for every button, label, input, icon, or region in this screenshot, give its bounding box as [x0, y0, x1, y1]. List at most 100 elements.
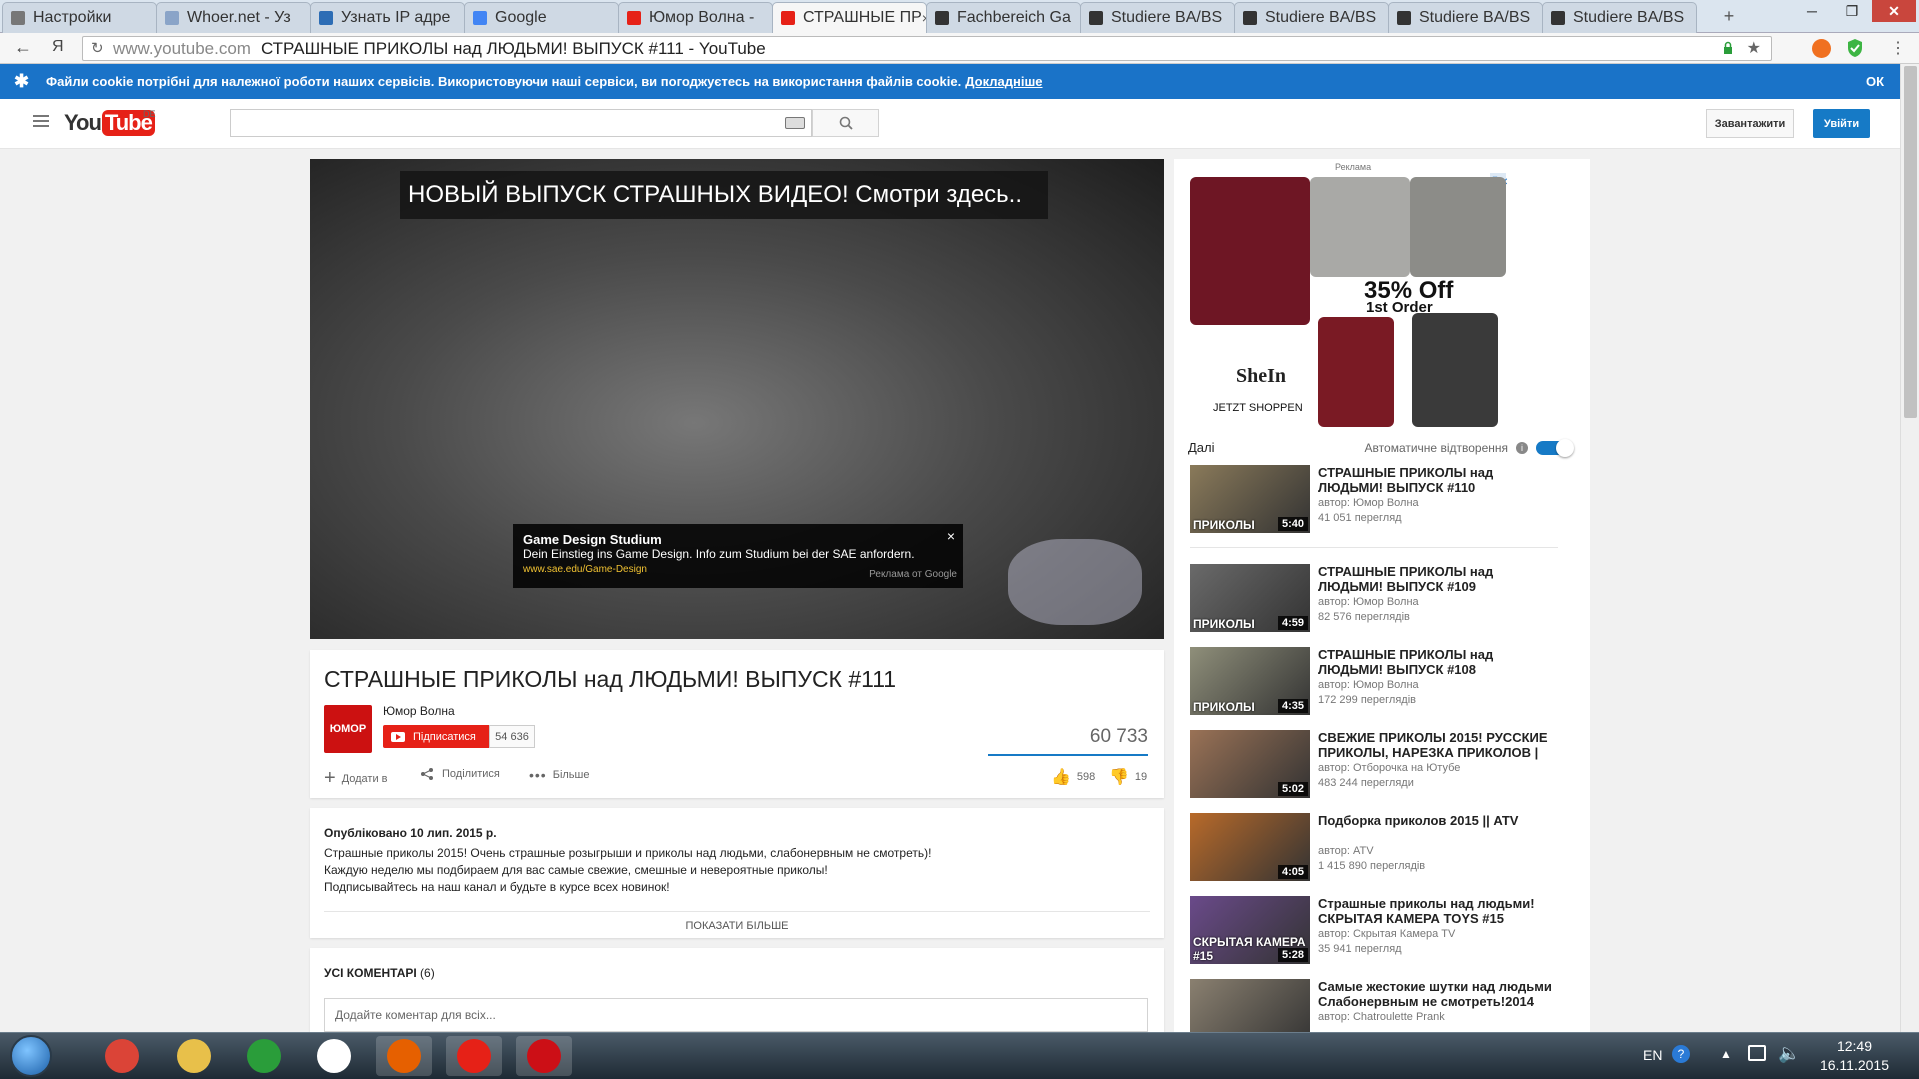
info-icon[interactable]: i [1516, 441, 1528, 454]
menu-icon[interactable]: ⋮ [1890, 38, 1906, 58]
system-clock[interactable]: 12:49 16.11.2015 [1820, 1037, 1889, 1075]
yandex-icon[interactable]: Я [52, 38, 64, 56]
extension-icon[interactable] [1812, 39, 1831, 58]
related-video-item[interactable]: ПРИКОЛЫ 5:40 СТРАШНЫЕ ПРИКОЛЫ над ЛЮДЬМИ! … [1190, 465, 1558, 535]
related-video-item[interactable]: ПРИКОЛЫ 4:35 СТРАШНЫЕ ПРИКОЛЫ над ЛЮДЬМИ! … [1190, 647, 1558, 717]
tab-favicon-icon [1089, 11, 1103, 25]
page-scrollbar[interactable] [1900, 64, 1919, 1032]
dislike-count: 19 [1134, 771, 1148, 783]
sign-in-button[interactable]: Увійти [1813, 109, 1870, 138]
youtube-logo[interactable]: You Tube [64, 110, 155, 136]
related-video-title[interactable]: СТРАШНЫЕ ПРИКОЛЫ над ЛЮДЬМИ! ВЫПУСК #109 [1318, 564, 1558, 594]
taskbar-app-yandex-browser[interactable] [446, 1036, 502, 1076]
video-thumbnail[interactable]: 4:05 [1190, 813, 1310, 881]
video-thumbnail[interactable] [1190, 979, 1310, 1040]
reload-icon[interactable]: ↻ [91, 39, 104, 57]
ad-cta[interactable]: JETZT SHOPPEN [1213, 402, 1303, 414]
related-video-item[interactable]: 5:02 СВЕЖИЕ ПРИКОЛЫ 2015! РУССКИЕ ПРИКОЛЫ… [1190, 730, 1558, 800]
tab-favicon-icon [473, 11, 487, 25]
shield-icon[interactable] [1846, 38, 1864, 58]
tab-label: Юмор Волна - [649, 9, 755, 26]
maximize-button[interactable]: ❐ [1832, 0, 1872, 22]
related-video-item[interactable]: 4:05 Подборка приколов 2015 || ATV автор: … [1190, 813, 1558, 883]
browser-tab[interactable]: Studiere BA/BS [1388, 2, 1543, 33]
browser-tab[interactable]: Настройки [2, 2, 157, 33]
related-video-title[interactable]: Страшные приколы над людьми! СКРЫТАЯ КАМ… [1318, 896, 1558, 926]
bookmark-star-icon[interactable]: ★ [1747, 38, 1761, 58]
minimize-button[interactable]: ─ [1792, 0, 1832, 22]
autoplay-toggle[interactable] [1536, 438, 1574, 457]
related-video-title[interactable]: СВЕЖИЕ ПРИКОЛЫ 2015! РУССКИЕ ПРИКОЛЫ, НА… [1318, 730, 1558, 760]
close-window-button[interactable]: ✕ [1872, 0, 1916, 22]
browser-tab[interactable]: Studiere BA/BS [1234, 2, 1389, 33]
comment-input[interactable]: Додайте коментар для всіх... [324, 998, 1148, 1032]
related-video-author: автор: Юмор Волна [1318, 497, 1419, 509]
video-player[interactable]: НОВЫЙ ВЫПУСК СТРАШНЫХ ВИДЕО! Смотри здес… [310, 159, 1164, 639]
video-thumbnail[interactable]: 5:02 [1190, 730, 1310, 798]
cookie-ok-button[interactable]: ОК [1866, 74, 1884, 89]
related-video-title[interactable]: СТРАШНЫЕ ПРИКОЛЫ над ЛЮДЬМИ! ВЫПУСК #108 [1318, 647, 1558, 677]
taskbar-app-firefox[interactable] [376, 1036, 432, 1076]
address-bar[interactable]: ↻ www.youtube.com СТРАШНЫЕ ПРИКОЛЫ над Л… [82, 36, 1772, 61]
taskbar-app-yandex-bar[interactable] [306, 1036, 362, 1076]
taskbar-app-opera[interactable] [516, 1036, 572, 1076]
channel-name[interactable]: Юмор Волна [383, 704, 455, 718]
network-icon[interactable] [1748, 1045, 1766, 1061]
volume-icon[interactable]: 🔈 [1778, 1043, 1800, 1064]
browser-tab[interactable]: Whoer.net - Уз [156, 2, 311, 33]
comments-header[interactable]: УСІ КОМЕНТАРІ (6) [324, 966, 1150, 980]
language-indicator[interactable]: EN [1643, 1047, 1662, 1063]
ad-close-icon[interactable]: × [947, 528, 955, 544]
tray-expand-icon[interactable]: ▲ [1720, 1047, 1732, 1061]
related-video-author: автор: Скрытая Камера TV [1318, 928, 1456, 940]
new-tab-button[interactable]: + [1717, 6, 1741, 26]
channel-avatar[interactable]: ЮМОР [324, 705, 372, 753]
sidebar-ad[interactable]: Реклама ⓘ✕ 35% Off 1st Order SheIn JETZT… [1190, 159, 1510, 429]
browser-tab[interactable]: СТРАШНЫЕ ПР× [772, 2, 927, 33]
browser-tab[interactable]: Studiere BA/BS [1542, 2, 1697, 33]
video-thumbnail[interactable]: СКРЫТАЯ КАМЕРА #15 5:28 [1190, 896, 1310, 964]
subscribe-button[interactable]: Підписатися [383, 725, 489, 748]
scrollbar-thumb[interactable] [1904, 66, 1917, 418]
related-video-title[interactable]: СТРАШНЫЕ ПРИКОЛЫ над ЛЮДЬМИ! ВЫПУСК #110 [1318, 465, 1558, 495]
related-video-title[interactable]: Подборка приколов 2015 || ATV [1318, 813, 1558, 828]
video-thumbnail[interactable]: ПРИКОЛЫ 5:40 [1190, 465, 1310, 533]
browser-tab[interactable]: Google [464, 2, 619, 33]
player-overlay-ad[interactable]: Game Design Studium Dein Einstieg ins Ga… [513, 524, 963, 588]
related-video-title[interactable]: Самые жестокие шутки над людьми Слабонер… [1318, 979, 1558, 1009]
player-annotation-banner[interactable]: НОВЫЙ ВЫПУСК СТРАШНЫХ ВИДЕО! Смотри здес… [400, 171, 1048, 219]
start-button[interactable] [10, 1035, 52, 1077]
cookie-more-link[interactable]: Докладніше [965, 74, 1042, 89]
browser-tab[interactable]: Юмор Волна - [618, 2, 773, 33]
add-to-button[interactable]: + Додати в [324, 767, 388, 790]
thumbnail-caption: ПРИКОЛЫ [1193, 617, 1255, 631]
like-button[interactable]: 👍 598 [1051, 767, 1095, 787]
browser-tab[interactable]: Fachbereich Ga [926, 2, 1081, 33]
video-thumbnail[interactable]: ПРИКОЛЫ 4:35 [1190, 647, 1310, 715]
browser-tab[interactable]: Узнать IP адре [310, 2, 465, 33]
keyboard-icon[interactable] [785, 117, 805, 129]
tab-close-icon[interactable]: × [922, 10, 926, 26]
taskbar-app-chrome[interactable] [94, 1036, 150, 1076]
divider [1190, 547, 1558, 548]
guide-menu-icon[interactable] [33, 115, 49, 127]
dislike-button[interactable]: 👎 19 [1109, 767, 1147, 787]
search-button[interactable] [812, 109, 879, 137]
search-input[interactable] [230, 109, 812, 137]
browser-tab[interactable]: Studiere BA/BS [1080, 2, 1235, 33]
video-thumbnail[interactable]: ПРИКОЛЫ 4:59 [1190, 564, 1310, 632]
ad-source: Реклама от Google [869, 569, 957, 580]
more-button[interactable]: ••• Більше [529, 767, 589, 783]
taskbar-app-mail-agent[interactable] [236, 1036, 292, 1076]
show-more-button[interactable]: ПОКАЗАТИ БІЛЬШЕ [324, 911, 1150, 932]
related-video-item[interactable]: Самые жестокие шутки над людьми Слабонер… [1190, 979, 1558, 1040]
help-icon[interactable]: ? [1672, 1045, 1690, 1063]
taskbar-app-explorer[interactable] [166, 1036, 222, 1076]
related-video-item[interactable]: ПРИКОЛЫ 4:59 СТРАШНЫЕ ПРИКОЛЫ над ЛЮДЬМИ! … [1190, 564, 1558, 634]
tab-label: Google [495, 9, 547, 26]
back-button[interactable]: ← [14, 37, 32, 58]
channel-watermark[interactable] [1008, 539, 1142, 625]
related-video-item[interactable]: СКРЫТАЯ КАМЕРА #15 5:28 Страшные приколы н… [1190, 896, 1558, 966]
share-button[interactable]: Поділитися [420, 767, 500, 781]
upload-button[interactable]: Завантажити [1706, 109, 1794, 138]
